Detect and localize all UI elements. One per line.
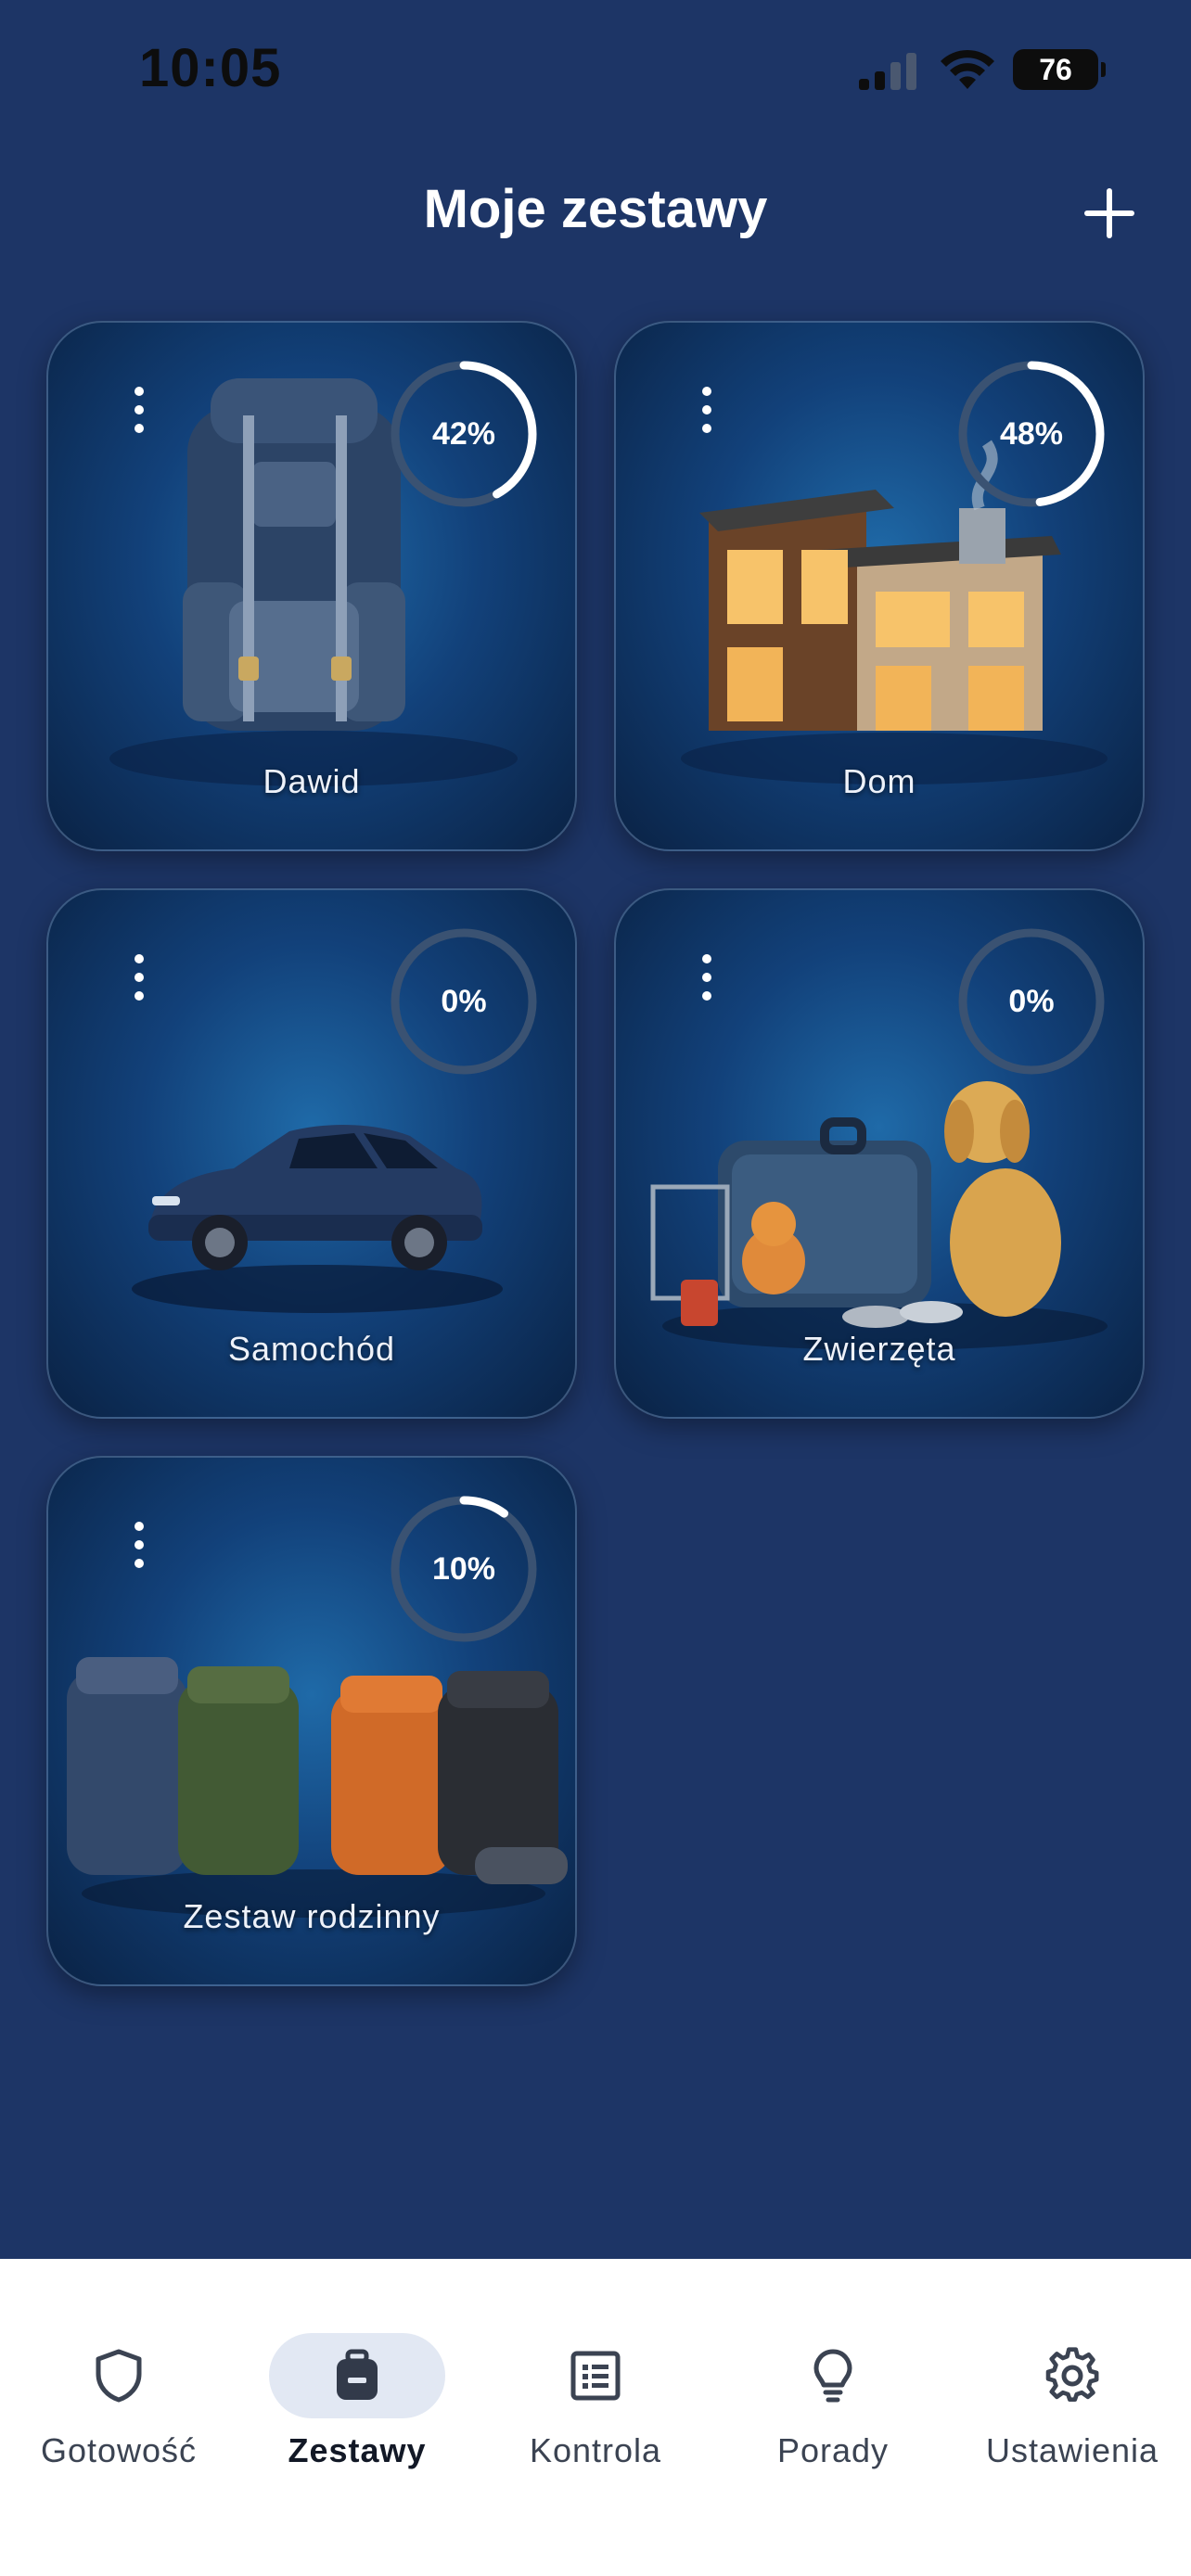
- progress-label: 42%: [431, 416, 496, 452]
- kit-name: Dom: [842, 762, 916, 800]
- status-time: 10:05: [139, 38, 282, 98]
- tab-label: Porady: [776, 2431, 890, 2469]
- kit-card-zestaw-rodzinny[interactable]: 10% Zestaw rodzinny: [46, 1456, 577, 1986]
- progress-label: 0%: [1008, 984, 1055, 1019]
- lightbulb-icon: [813, 2349, 852, 2403]
- kit-card-zwierzeta[interactable]: 0% Zwierzęta: [614, 888, 1145, 1419]
- backpack-icon: [337, 2349, 378, 2400]
- tab-gotowosc[interactable]: Gotowość: [26, 2296, 211, 2472]
- kebab-menu-icon[interactable]: [122, 1517, 156, 1573]
- kit-name: Zwierzęta: [802, 1330, 956, 1368]
- tab-zestawy[interactable]: Zestawy: [260, 2296, 445, 2472]
- progress-ring: 0%: [957, 927, 1106, 1076]
- kebab-menu-icon[interactable]: [122, 950, 156, 1005]
- header: Moje zestawy: [0, 167, 1191, 260]
- kit-card-samochod[interactable]: 0% Samochód: [46, 888, 577, 1419]
- kit-card-dawid[interactable]: 42% Dawid: [46, 321, 577, 851]
- shield-icon: [96, 2349, 142, 2403]
- cellular-signal-icon: [859, 53, 916, 90]
- status-icons: 76: [857, 48, 1106, 91]
- progress-label: 10%: [431, 1551, 496, 1587]
- tab-label: Kontrola: [529, 2431, 662, 2469]
- page-title: Moje zestawy: [423, 179, 768, 239]
- progress-ring: 42%: [390, 360, 538, 508]
- tab-label: Zestawy: [288, 2431, 427, 2469]
- add-kit-button[interactable]: [1074, 178, 1145, 249]
- kit-name: Dawid: [263, 762, 361, 800]
- kebab-menu-icon[interactable]: [122, 382, 156, 438]
- status-bar: 10:05 76: [0, 0, 1191, 139]
- progress-ring: 48%: [957, 360, 1106, 508]
- kit-name: Zestaw rodzinny: [183, 1897, 441, 1935]
- kit-name: Samochód: [227, 1330, 396, 1368]
- tab-kontrola[interactable]: Kontrola: [503, 2296, 688, 2472]
- kit-card-dom[interactable]: 48% Dom: [614, 321, 1145, 851]
- kebab-menu-icon[interactable]: [690, 382, 724, 438]
- tab-label: Ustawienia: [985, 2431, 1159, 2469]
- progress-ring: 0%: [390, 927, 538, 1076]
- progress-ring: 10%: [390, 1495, 538, 1643]
- battery-indicator: 76: [1013, 49, 1106, 90]
- tab-bar: Gotowość Zestawy Kontrola Porady Ustawie…: [0, 2259, 1191, 2576]
- wifi-icon: [941, 49, 994, 89]
- progress-label: 0%: [441, 984, 487, 1019]
- kebab-menu-icon[interactable]: [690, 950, 724, 1005]
- tab-ustawienia[interactable]: Ustawienia: [980, 2296, 1165, 2472]
- gear-icon: [1045, 2347, 1099, 2402]
- tab-label: Gotowość: [40, 2431, 198, 2469]
- checklist-icon: [570, 2351, 621, 2401]
- tab-porady[interactable]: Porady: [740, 2296, 926, 2472]
- progress-label: 48%: [999, 416, 1064, 452]
